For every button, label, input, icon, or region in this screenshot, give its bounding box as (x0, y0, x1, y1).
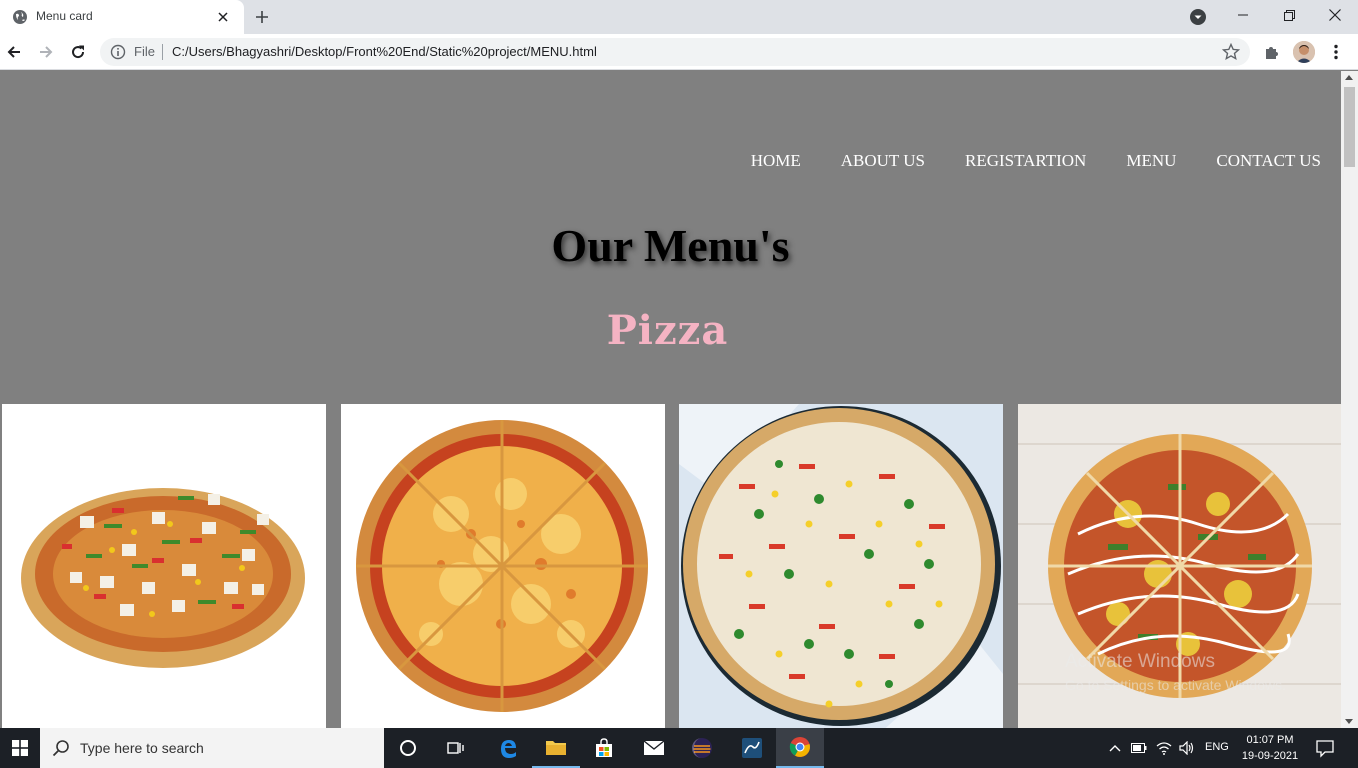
task-view-icon[interactable] (432, 728, 480, 768)
chrome-browser-icon[interactable] (776, 728, 824, 768)
restore-button[interactable] (1266, 0, 1312, 30)
microsoft-store-icon[interactable] (580, 728, 628, 768)
reload-icon[interactable] (66, 40, 90, 64)
new-tab-button[interactable] (252, 7, 272, 27)
windows-taskbar: Type here to search ENG 01:07 PM 19-09-2… (0, 728, 1358, 768)
watermark-title: Activate Windows (1065, 651, 1215, 672)
mail-icon[interactable] (630, 728, 678, 768)
search-icon (52, 740, 69, 757)
vertical-scrollbar[interactable] (1341, 71, 1358, 728)
sql-workbench-icon[interactable] (728, 728, 776, 768)
file-scheme-label: File (134, 44, 155, 59)
pizza-image (341, 404, 665, 728)
scroll-thumb[interactable] (1344, 87, 1355, 167)
clock-date: 19-09-2021 (1241, 750, 1299, 762)
back-arrow-icon[interactable] (2, 40, 26, 64)
pizza-image (679, 404, 1003, 728)
windows-logo-icon (12, 740, 28, 756)
page-viewport: HOME ABOUT US REGISTARTION MENU CONTACT … (0, 71, 1341, 728)
browser-tab[interactable]: Menu card (0, 0, 244, 34)
clock[interactable]: 01:07 PM 19-09-2021 (1236, 732, 1304, 764)
cortana-icon[interactable] (384, 728, 432, 768)
page-heading: Our Menu's (551, 220, 790, 271)
eclipse-ide-icon[interactable] (678, 728, 726, 768)
pizza-image (2, 404, 326, 728)
globe-icon (13, 10, 27, 24)
menu-item-card[interactable] (679, 404, 1003, 728)
nav-link-about-us[interactable]: ABOUT US (841, 151, 925, 171)
extensions-puzzle-icon[interactable] (1260, 40, 1284, 64)
nav-link-contact-us[interactable]: CONTACT US (1216, 151, 1321, 171)
forward-arrow-icon[interactable] (34, 40, 58, 64)
close-window-button[interactable] (1312, 0, 1358, 30)
input-language-label[interactable]: ENG (1205, 741, 1229, 753)
nav-link-menu[interactable]: MENU (1126, 151, 1176, 171)
close-tab-icon[interactable] (214, 8, 232, 26)
bookmark-star-icon[interactable] (1222, 43, 1240, 61)
battery-icon[interactable] (1130, 739, 1148, 757)
profile-avatar[interactable] (1293, 41, 1315, 63)
volume-icon[interactable] (1178, 739, 1196, 757)
show-hidden-icons-chevron-icon[interactable] (1106, 739, 1124, 757)
watermark-subtitle: Go to Settings to activate Windows. (1065, 677, 1286, 693)
nav-link-home[interactable]: HOME (751, 151, 801, 171)
minimize-button[interactable] (1220, 0, 1266, 30)
windows-start-button[interactable] (0, 728, 40, 768)
kebab-menu-icon[interactable] (1324, 40, 1348, 64)
browser-tab-strip: Menu card (0, 0, 1358, 34)
address-bar[interactable]: File C:/Users/Bhagyashri/Desktop/Front%2… (100, 38, 1250, 66)
tab-title: Menu card (36, 9, 93, 23)
activate-windows-watermark: Activate Windows Go to Settings to activ… (1065, 651, 1286, 693)
menu-item-card[interactable] (2, 404, 326, 728)
taskbar-search-box[interactable]: Type here to search (40, 728, 384, 768)
file-explorer-icon[interactable] (532, 728, 580, 768)
section-title: Pizza (606, 307, 729, 354)
search-placeholder: Type here to search (80, 740, 204, 756)
menu-item-card[interactable] (341, 404, 665, 728)
wifi-icon[interactable] (1155, 739, 1173, 757)
tab-search-icon[interactable] (1189, 8, 1207, 26)
main-nav: HOME ABOUT US REGISTARTION MENU CONTACT … (731, 151, 1341, 171)
browser-toolbar: File C:/Users/Bhagyashri/Desktop/Front%2… (0, 34, 1358, 70)
scroll-up-arrow-icon[interactable] (1345, 75, 1353, 80)
edge-browser-icon[interactable] (484, 728, 532, 768)
clock-time: 01:07 PM (1246, 734, 1294, 746)
info-icon[interactable] (110, 44, 126, 60)
action-center-notification-icon[interactable] (1315, 738, 1335, 758)
url-text[interactable]: C:/Users/Bhagyashri/Desktop/Front%20End/… (172, 44, 597, 59)
nav-link-registration[interactable]: REGISTARTION (965, 151, 1086, 171)
address-separator (162, 44, 163, 60)
scroll-down-arrow-icon[interactable] (1345, 719, 1353, 724)
